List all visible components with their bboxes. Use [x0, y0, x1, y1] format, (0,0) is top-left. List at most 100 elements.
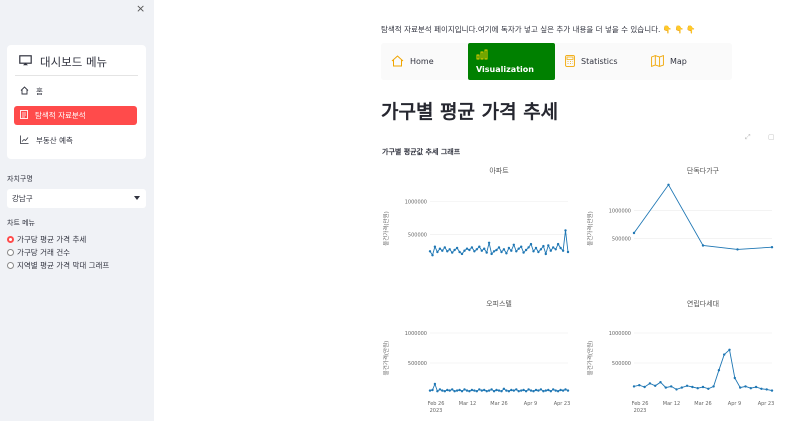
data-point — [770, 389, 774, 392]
data-point — [465, 247, 469, 250]
data-point — [433, 382, 437, 386]
figure-title: 가구별 평균값 추세 그래프 — [382, 148, 461, 156]
data-point — [539, 248, 543, 251]
district-label: 자치구명 — [7, 175, 33, 183]
data-point — [455, 389, 459, 392]
series-line — [633, 183, 773, 250]
data-point — [453, 390, 456, 393]
close-sidebar-icon[interactable]: × — [136, 2, 145, 15]
radio-option-trade-count[interactable]: 가구당 거래 건수 — [7, 247, 70, 258]
district-select-value: 강남구 — [12, 194, 33, 203]
data-point — [529, 389, 533, 392]
data-point — [561, 249, 565, 252]
data-point — [529, 242, 533, 246]
data-point — [441, 249, 444, 252]
bar-chart-icon — [476, 49, 488, 62]
fullscreen-icon[interactable]: ▢ — [768, 133, 775, 141]
data-point — [453, 248, 456, 252]
radio-button[interactable] — [7, 249, 14, 256]
data-point — [480, 389, 483, 392]
data-point — [465, 389, 469, 392]
data-point — [502, 248, 506, 251]
data-point — [475, 390, 478, 393]
data-point — [460, 390, 464, 393]
data-point — [520, 245, 523, 248]
data-point — [712, 385, 715, 388]
data-point — [552, 388, 555, 391]
radio-label: 가구당 거래 건수 — [17, 248, 71, 257]
document-icon — [20, 110, 28, 121]
radio-button[interactable] — [7, 262, 14, 269]
subplot-figure: 아파트물건가격(만원) 1000000 500000 단독다가구물건가격(만원) 100… — [382, 166, 774, 414]
data-point — [542, 244, 545, 248]
radio-button[interactable] — [7, 236, 14, 243]
tab-visualization[interactable]: Visualization — [468, 43, 555, 80]
data-point — [463, 388, 466, 391]
data-point — [559, 388, 562, 392]
data-point — [475, 248, 478, 251]
expand-icon[interactable]: ⤢ — [745, 133, 751, 142]
data-point — [522, 251, 525, 254]
data-point — [696, 387, 699, 390]
data-point — [537, 389, 540, 392]
data-point — [638, 384, 641, 387]
y-tick-label: 500000 — [612, 237, 631, 243]
x-tick-label: Feb 26 — [428, 401, 445, 407]
data-point — [770, 246, 774, 249]
district-select[interactable]: 강남구 — [7, 189, 146, 208]
map-icon — [651, 54, 664, 69]
y-axis-label: 물건가격(만원) — [382, 341, 390, 376]
data-point — [448, 248, 451, 251]
tab-statistics[interactable]: Statistics — [565, 43, 645, 80]
menu-item-prediction[interactable]: 부동산 예측 — [14, 131, 137, 150]
data-point — [539, 388, 543, 391]
data-point — [507, 390, 511, 393]
data-point — [436, 390, 439, 393]
radio-option-region-bar[interactable]: 지역별 평균 가격 막대 그래프 — [7, 260, 109, 271]
subplot-title: 오피스텔 — [486, 299, 512, 308]
data-point — [520, 389, 523, 392]
data-point — [485, 390, 488, 393]
data-point — [492, 250, 496, 253]
data-point — [532, 250, 535, 253]
y-tick-label: 1000000 — [609, 331, 631, 337]
data-point — [455, 246, 459, 250]
data-point — [547, 388, 550, 392]
data-point — [648, 382, 652, 385]
monitor-icon — [19, 55, 32, 69]
data-point — [733, 376, 736, 380]
tab-map[interactable]: Map — [651, 43, 721, 80]
data-point — [473, 250, 476, 253]
data-point — [512, 389, 515, 392]
data-point — [492, 390, 496, 393]
tab-home[interactable]: Home — [387, 43, 467, 80]
data-point — [438, 247, 442, 250]
data-point — [534, 388, 538, 392]
data-point — [736, 248, 739, 251]
chevron-down-icon — [134, 196, 140, 200]
data-point — [522, 388, 525, 392]
data-point — [760, 387, 763, 390]
subplot-title: 단독다가구 — [687, 166, 720, 175]
data-point — [527, 246, 530, 249]
menu-item-label: 탐색적 자료분석 — [35, 111, 86, 120]
data-point — [458, 388, 461, 392]
menu-item-eda[interactable]: 탐색적 자료분석 — [14, 106, 137, 125]
data-point — [723, 353, 726, 356]
menu-item-home[interactable]: 홈 — [14, 82, 137, 101]
data-point — [532, 390, 535, 393]
data-point — [701, 244, 705, 247]
data-point — [497, 246, 501, 249]
data-point — [524, 248, 528, 252]
radio-option-price-trend[interactable]: 가구당 평균 가격 추세 — [7, 234, 86, 245]
data-point — [564, 229, 567, 232]
data-point — [517, 247, 520, 250]
data-point — [446, 388, 449, 392]
data-point — [468, 390, 471, 393]
page-title: 가구별 평균 가격 추세 — [381, 101, 559, 123]
subplot-title: 연립다세대 — [687, 299, 719, 308]
tab-label: Home — [410, 57, 434, 66]
data-point — [490, 388, 493, 391]
data-point — [739, 386, 742, 389]
menu-item-label: 부동산 예측 — [36, 136, 73, 145]
